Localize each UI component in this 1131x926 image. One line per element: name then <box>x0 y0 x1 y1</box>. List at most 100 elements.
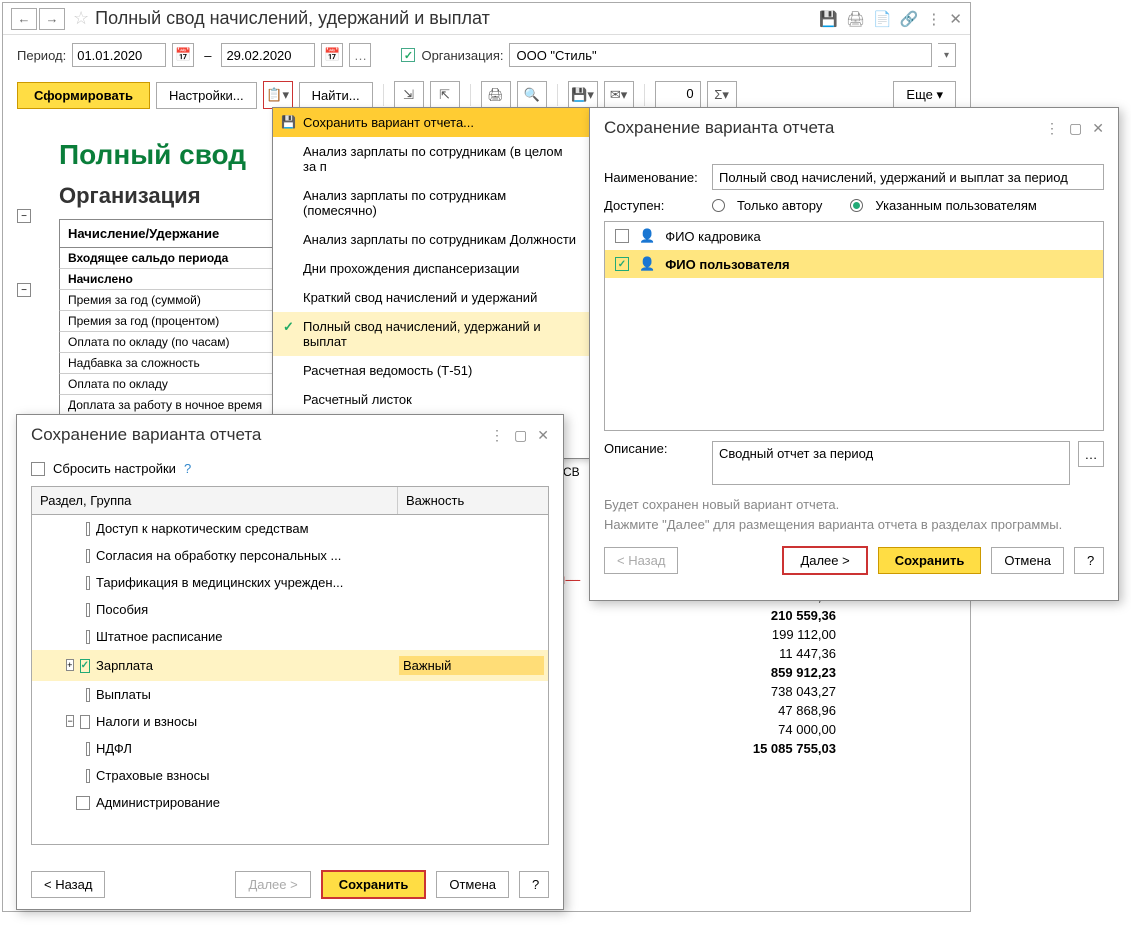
more-button[interactable]: Еще ▾ <box>893 81 956 109</box>
help-button[interactable]: ? <box>1074 547 1104 574</box>
next-button[interactable]: Далее > <box>235 871 310 898</box>
close-icon[interactable]: ✕ <box>537 427 549 444</box>
kebab-icon[interactable]: ⋮ <box>1045 120 1059 137</box>
next-button[interactable]: Далее > <box>782 546 867 575</box>
row-checkbox[interactable]: ✓ <box>80 659 90 673</box>
desc-input[interactable]: Сводный отчет за период <box>712 441 1070 485</box>
menu-item[interactable]: Расчетный листок <box>273 385 589 414</box>
help-icon[interactable]: ? <box>184 461 191 476</box>
calendar-from-icon[interactable]: 📅 <box>172 43 194 67</box>
mail-icon[interactable]: ✉▾ <box>604 81 634 109</box>
kebab-icon[interactable]: ⋮ <box>490 427 504 444</box>
help-button[interactable]: ? <box>519 871 549 898</box>
zero-field[interactable]: 0 <box>655 81 701 109</box>
row-checkbox[interactable] <box>86 522 90 536</box>
org-dropdown-icon[interactable]: ▾ <box>938 43 956 67</box>
grid-row[interactable]: Страховые взносы <box>32 762 548 789</box>
tree-toggle[interactable]: − <box>17 209 31 223</box>
grid-row[interactable]: −Налоги и взносы <box>32 708 548 735</box>
radio-only-author[interactable] <box>712 199 725 212</box>
cancel-button[interactable]: Отмена <box>991 547 1064 574</box>
grid-row[interactable]: Согласия на обработку персональных ... <box>32 542 548 569</box>
save-variant-dialog-step1: Сохранение варианта отчета ⋮ ▢ ✕ Наимено… <box>589 107 1119 601</box>
favorite-icon[interactable]: ☆ <box>73 8 89 29</box>
print-icon[interactable]: 🖨 <box>846 10 865 28</box>
dialog-title: Сохранение варианта отчета <box>31 425 490 445</box>
reset-checkbox[interactable] <box>31 462 45 476</box>
maximize-icon[interactable]: ▢ <box>1069 120 1082 137</box>
print-icon[interactable]: 🖨 <box>481 81 511 109</box>
row-checkbox[interactable] <box>86 742 90 756</box>
row-checkbox[interactable] <box>86 576 90 590</box>
grid-body[interactable]: Доступ к наркотическим средствамСогласия… <box>31 515 549 845</box>
org-input[interactable]: ООО "Стиль" <box>509 43 932 67</box>
save-button[interactable]: Сохранить <box>321 870 427 899</box>
save-variant-dialog-step2: Сохранение варианта отчета ⋮ ▢ ✕ Сбросит… <box>16 414 564 910</box>
save-report-icon[interactable]: 💾▾ <box>568 81 598 109</box>
grid-row[interactable]: Доступ к наркотическим средствам <box>32 515 548 542</box>
name-input[interactable]: Полный свод начислений, удержаний и выпл… <box>712 164 1104 190</box>
collapse-icon[interactable]: ⇱ <box>430 81 460 109</box>
grid-row[interactable]: НДФЛ <box>32 735 548 762</box>
menu-item[interactable]: Краткий свод начислений и удержаний <box>273 283 589 312</box>
back-button[interactable]: ← <box>11 8 37 30</box>
row-checkbox[interactable] <box>86 688 90 702</box>
settings-button[interactable]: Настройки... <box>156 82 257 109</box>
menu-item[interactable]: Анализ зарплаты по сотрудникам (помесячн… <box>273 181 589 225</box>
variant-dropdown-button[interactable]: 📋▾ <box>263 81 293 109</box>
close-icon[interactable]: ✕ <box>1092 120 1104 137</box>
grid-row[interactable]: Пособия <box>32 596 548 623</box>
user-checkbox[interactable] <box>615 229 629 243</box>
menu-item[interactable]: Полный свод начислений, удержаний и выпл… <box>273 312 589 356</box>
save-button[interactable]: Сохранить <box>878 547 982 574</box>
kebab-icon[interactable]: ⋮ <box>926 10 941 28</box>
row-checkbox[interactable] <box>86 549 90 563</box>
user-list[interactable]: 👤ФИО кадровика✓👤ФИО пользователя <box>604 221 1104 431</box>
row-checkbox[interactable] <box>80 715 90 729</box>
desc-ellipsis-button[interactable]: … <box>1078 441 1104 467</box>
menu-item[interactable]: Расчетная ведомость (Т-51) <box>273 356 589 385</box>
value-cell: 15 085 755,03 <box>570 739 840 758</box>
menu-save-variant[interactable]: Сохранить вариант отчета... <box>273 108 589 137</box>
tree-toggle[interactable]: − <box>17 283 31 297</box>
org-checkbox[interactable]: ✓ <box>401 48 415 62</box>
grid-row[interactable]: Администрирование <box>32 789 548 816</box>
back-button[interactable]: < Назад <box>604 547 678 574</box>
grid-row[interactable]: Штатное расписание <box>32 623 548 650</box>
row-checkbox[interactable] <box>86 630 90 644</box>
date-from-input[interactable]: 01.01.2020 <box>72 43 166 67</box>
close-icon[interactable]: ✕ <box>949 10 962 28</box>
menu-item[interactable]: Дни прохождения диспансеризации <box>273 254 589 283</box>
period-ellipsis-button[interactable]: … <box>349 43 371 67</box>
sigma-icon[interactable]: Σ▾ <box>707 81 737 109</box>
date-to-input[interactable]: 29.02.2020 <box>221 43 315 67</box>
row-checkbox[interactable] <box>86 603 90 617</box>
expand-icon[interactable]: + <box>66 659 74 671</box>
grid-row[interactable]: Тарификация в медицинских учрежден... <box>32 569 548 596</box>
grid-row[interactable]: Выплаты <box>32 681 548 708</box>
menu-item[interactable]: Анализ зарплаты по сотрудникам Должности <box>273 225 589 254</box>
user-row[interactable]: 👤ФИО кадровика <box>605 222 1103 250</box>
variant-menu: Сохранить вариант отчета... Анализ зарпл… <box>272 107 590 459</box>
user-checkbox[interactable]: ✓ <box>615 257 629 271</box>
forward-button[interactable]: → <box>39 8 65 30</box>
user-row[interactable]: ✓👤ФИО пользователя <box>605 250 1103 278</box>
radio-to-users[interactable] <box>850 199 863 212</box>
preview-icon[interactable]: 🔍 <box>517 81 547 109</box>
expand-icon[interactable]: − <box>66 715 74 727</box>
link-icon[interactable]: 🔗 <box>900 10 919 28</box>
grid-header: Раздел, Группа Важность <box>31 486 549 515</box>
expand-icon[interactable]: ⇲ <box>394 81 424 109</box>
maximize-icon[interactable]: ▢ <box>514 427 527 444</box>
save-icon[interactable]: 💾 <box>819 10 838 28</box>
menu-item[interactable]: Анализ зарплаты по сотрудникам (в целом … <box>273 137 589 181</box>
cancel-button[interactable]: Отмена <box>436 871 509 898</box>
find-button[interactable]: Найти... <box>299 82 373 109</box>
row-checkbox[interactable] <box>76 796 90 810</box>
back-button[interactable]: < Назад <box>31 871 105 898</box>
row-checkbox[interactable] <box>86 769 90 783</box>
export-icon[interactable]: 📄 <box>873 10 892 28</box>
form-button[interactable]: Сформировать <box>17 82 150 109</box>
grid-row[interactable]: +✓ЗарплатаВажный <box>32 650 548 681</box>
calendar-to-icon[interactable]: 📅 <box>321 43 343 67</box>
